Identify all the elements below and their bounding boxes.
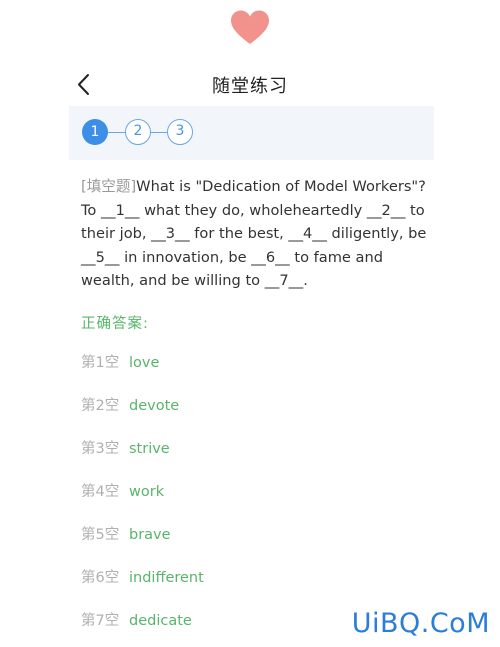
answer-value: work <box>129 484 165 500</box>
question-steps-bar: 1 2 3 <box>69 106 434 160</box>
answer-row: 第5空 brave <box>81 525 171 545</box>
answer-row: 第7空 dedicate <box>81 611 192 631</box>
answer-value: devote <box>129 398 180 414</box>
answer-blank-label: 第3空 <box>81 441 120 457</box>
answer-value: brave <box>129 527 171 543</box>
answer-blank-label: 第5空 <box>81 527 120 543</box>
answer-value: strive <box>129 441 170 457</box>
question-type-tag: [填空题] <box>81 178 137 195</box>
site-watermark: UiBQ.CoM <box>351 608 490 639</box>
answer-row: 第4空 work <box>81 482 164 502</box>
answer-value: dedicate <box>129 613 192 629</box>
step-1-button[interactable]: 1 <box>82 119 108 145</box>
answer-value: indifferent <box>129 570 204 586</box>
answer-row: 第2空 devote <box>81 396 179 416</box>
correct-answers-title: 正确答案: <box>81 316 149 332</box>
step-connector <box>151 132 167 133</box>
question-text-block: [填空题]What is "Dedication of Model Worker… <box>81 175 436 293</box>
answer-row: 第6空 indifferent <box>81 568 204 588</box>
answer-blank-label: 第4空 <box>81 484 120 500</box>
page-title: 随堂练习 <box>212 76 288 97</box>
step-3-button[interactable]: 3 <box>167 119 193 145</box>
top-nav-bar: 随堂练习 <box>0 62 500 106</box>
answer-value: love <box>129 355 160 371</box>
answer-row: 第3空 strive <box>81 439 170 459</box>
answer-blank-label: 第7空 <box>81 613 120 629</box>
answer-blank-label: 第1空 <box>81 355 120 371</box>
heart-icon <box>230 10 270 46</box>
step-2-button[interactable]: 2 <box>125 119 151 145</box>
answer-blank-label: 第2空 <box>81 398 120 414</box>
answer-row: 第1空 love <box>81 353 159 373</box>
step-connector <box>108 132 125 133</box>
answer-blank-label: 第6空 <box>81 570 120 586</box>
